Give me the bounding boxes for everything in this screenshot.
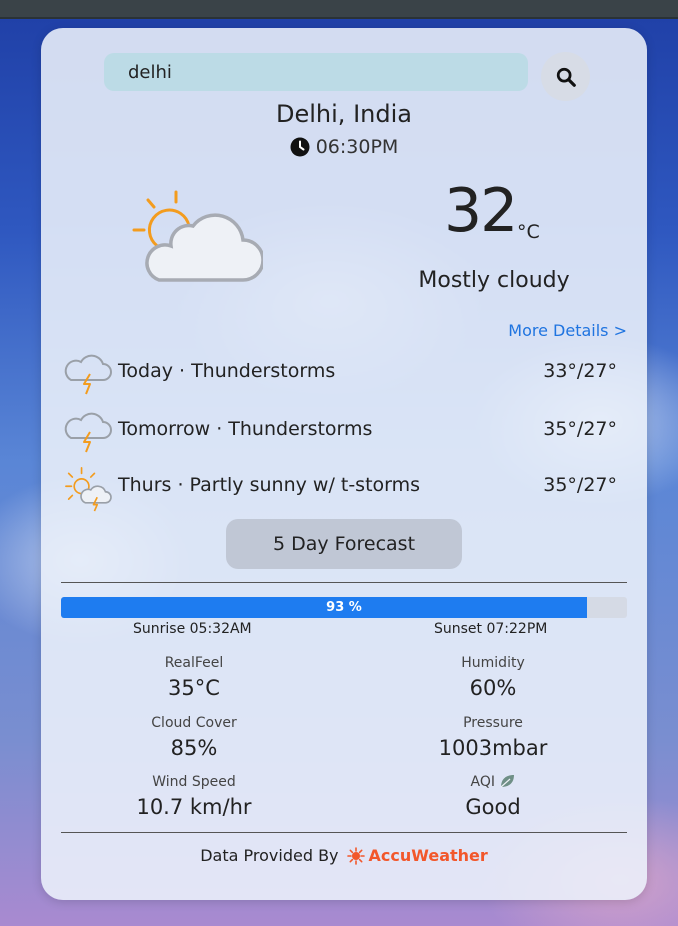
daylight-progress-bar: 93 % xyxy=(61,597,627,618)
stat-label: Humidity xyxy=(461,655,525,671)
stat-value: Good xyxy=(465,795,521,819)
search-button[interactable] xyxy=(541,52,590,101)
thunderstorm-icon xyxy=(64,412,112,453)
stat-value: 1003mbar xyxy=(438,736,548,760)
sun-logo-icon xyxy=(346,846,365,865)
footer: Data Provided By AccuWeather xyxy=(41,846,647,865)
forecast-temps: 33°/27° xyxy=(543,360,617,382)
stat-humidity: Humidity 60% xyxy=(393,655,593,700)
stat-aqi: AQI Good xyxy=(393,774,593,819)
sunset-time: Sunset 07:22PM xyxy=(434,621,548,637)
stat-value: 10.7 km/hr xyxy=(136,795,252,819)
more-details-link[interactable]: More Details > xyxy=(508,321,627,340)
daylight-progress-label: 93 % xyxy=(326,600,362,615)
forecast-temps: 35°/27° xyxy=(543,418,617,440)
forecast-label: Thurs · Partly sunny w/ t-storms xyxy=(118,474,421,496)
temperature-unit: °C xyxy=(517,221,540,243)
accuweather-logo[interactable]: AccuWeather xyxy=(346,846,488,865)
partly-sunny-tstorm-icon xyxy=(65,467,112,512)
weather-card: Delhi, India 06:30PM 32 °C Mostly cloudy… xyxy=(41,28,647,900)
time-text: 06:30PM xyxy=(315,136,399,158)
local-time: 06:30PM xyxy=(41,136,647,158)
stat-pressure: Pressure 1003mbar xyxy=(393,715,593,760)
stat-cloud-cover: Cloud Cover 85% xyxy=(94,715,294,760)
clock-icon xyxy=(290,137,310,157)
leaf-icon xyxy=(501,775,515,788)
sunrise-time: Sunrise 05:32AM xyxy=(133,621,252,637)
stat-label: AQI xyxy=(393,774,593,790)
aqi-label: AQI xyxy=(470,774,496,790)
current-condition: Mostly cloudy xyxy=(418,268,570,293)
footer-text: Data Provided By xyxy=(200,846,339,865)
forecast-row: Tomorrow · Thunderstorms 35°/27° xyxy=(61,410,627,456)
stat-label: Pressure xyxy=(463,715,523,731)
brand-name: AccuWeather xyxy=(368,846,488,865)
stat-label: Cloud Cover xyxy=(151,715,237,731)
stat-value: 60% xyxy=(469,676,517,700)
divider xyxy=(61,582,627,583)
location-name: Delhi, India xyxy=(276,100,412,128)
current-temperature: 32 xyxy=(444,176,518,246)
browser-top-bar xyxy=(0,0,678,19)
partly-cloudy-icon xyxy=(132,190,263,282)
stat-label: RealFeel xyxy=(164,655,224,671)
search-icon xyxy=(556,67,576,87)
search-input[interactable] xyxy=(104,53,528,91)
forecast-row: Thurs · Partly sunny w/ t-storms 35°/27° xyxy=(61,466,627,512)
stat-label: Wind Speed xyxy=(152,774,236,790)
forecast-temps: 35°/27° xyxy=(543,474,617,496)
stat-wind-speed: Wind Speed 10.7 km/hr xyxy=(94,774,294,819)
divider xyxy=(61,832,627,833)
forecast-label: Today · Thunderstorms xyxy=(118,360,336,382)
stat-value: 85% xyxy=(170,736,218,760)
stat-value: 35°C xyxy=(168,676,220,700)
thunderstorm-icon xyxy=(64,354,112,395)
stat-realfeel: RealFeel 35°C xyxy=(94,655,294,700)
forecast-row: Today · Thunderstorms 33°/27° xyxy=(61,352,627,398)
forecast-label: Tomorrow · Thunderstorms xyxy=(118,418,373,440)
five-day-forecast-button[interactable]: 5 Day Forecast xyxy=(226,519,462,569)
